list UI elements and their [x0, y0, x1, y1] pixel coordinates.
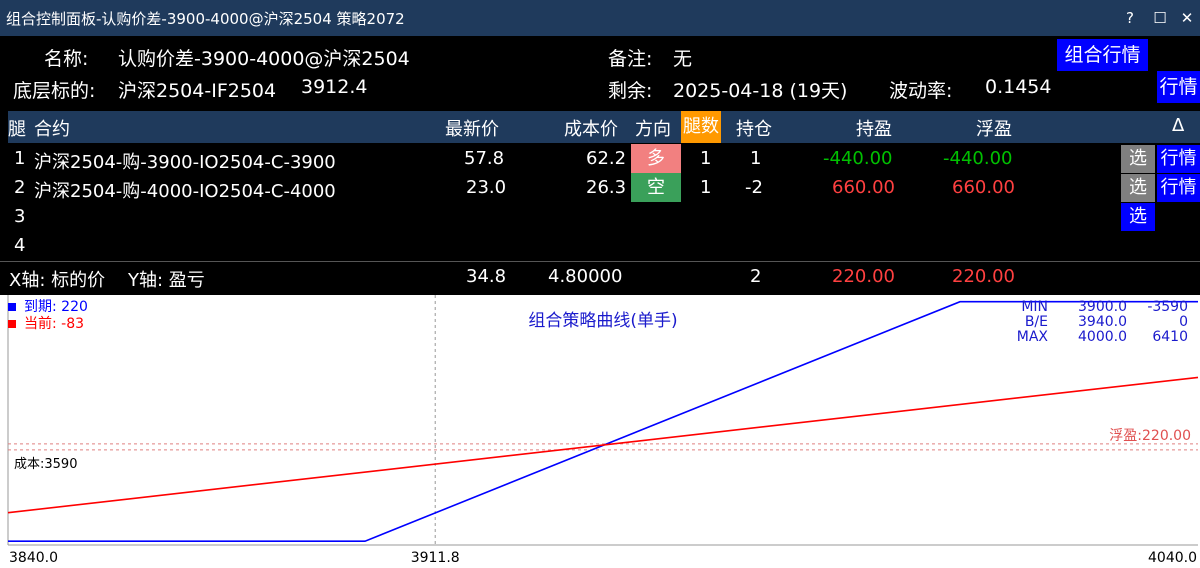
cell-pnl: -440.00 [823, 148, 893, 169]
remaining-value: 2025-04-18 (19天) [673, 80, 848, 102]
table-row: 4 [0, 231, 1200, 260]
stat-y-2: 6410 [1152, 329, 1188, 345]
header-float-pnl: 浮盈 [976, 119, 1012, 140]
summary-last: 34.8 [466, 266, 507, 287]
x-tick-label-2: 4040.0 [1148, 550, 1197, 566]
legend-label-0: 到期: 220 [24, 299, 88, 315]
volatility-label: 波动率: [889, 80, 953, 102]
summary-pnl: 220.00 [832, 266, 895, 287]
cell-cost: 62.2 [586, 148, 627, 169]
name-value: 认购价差-3900-4000@沪深2504 [118, 48, 410, 70]
summary-row: X轴: 标的价 Y轴: 盈亏 34.8 4.80000 2 220.00 220… [0, 261, 1200, 293]
legs-table-body: 1 沪深2504-购-3900-IO2504-C-3900 57.8 62.2 … [0, 143, 1200, 260]
cell-contract: 沪深2504-购-4000-IO2504-C-4000 [34, 181, 336, 202]
select-button[interactable]: 选 [1121, 145, 1155, 173]
cell-last: 57.8 [464, 148, 505, 169]
leg-quote-button[interactable]: 行情 [1157, 174, 1200, 202]
stat-x-1: 3940.0 [1078, 314, 1127, 330]
header-cost: 成本价 [564, 119, 618, 140]
header-delta: Δ [1172, 115, 1185, 136]
cell-float-pnl: -440.00 [943, 148, 1013, 169]
remark-label: 备注: [608, 48, 653, 70]
help-icon[interactable]: ? [1119, 7, 1141, 29]
header-direction: 方向 [635, 119, 671, 140]
chart-title: 组合策略曲线(单手) [528, 311, 677, 331]
legend-swatch-0 [8, 303, 16, 311]
stat-x-0: 3900.0 [1078, 299, 1127, 315]
cell-lots: 1 [700, 148, 712, 169]
cell-lots: 1 [700, 177, 712, 198]
x-tick-label-1: 3911.8 [411, 550, 460, 566]
table-row: 2 沪深2504-购-4000-IO2504-C-4000 23.0 26.3 … [0, 173, 1200, 202]
leg-quote-button[interactable]: 行情 [1157, 145, 1200, 173]
header-lots[interactable]: 腿数 [681, 111, 721, 143]
strategy-chart-svg: 浮盈:220.00 成本:3590 到期: 220当前: -83 组合策略曲线(单手)… [0, 295, 1200, 568]
remaining-label: 剩余: [608, 80, 653, 102]
name-label: 名称: [44, 48, 89, 70]
stat-x-2: 4000.0 [1078, 329, 1127, 345]
stat-y-1: 0 [1179, 314, 1188, 330]
legend-swatch-1 [8, 320, 16, 328]
legs-table-header: 腿 合约 最新价 成本价 方向 腿数 持仓 持盈 浮盈 Δ [8, 111, 1200, 143]
cell-pnl: 660.00 [832, 177, 895, 198]
cell-position: -2 [745, 177, 763, 198]
combo-quote-button[interactable]: 组合行情 [1057, 39, 1148, 71]
underlying-price: 3912.4 [301, 76, 368, 98]
legend-label-1: 当前: -83 [24, 315, 84, 332]
strategy-chart[interactable]: 浮盈:220.00 成本:3590 到期: 220 当前: -83 组合策略曲线(单手)… [0, 295, 1200, 568]
close-icon[interactable]: ✕ [1176, 7, 1198, 29]
info-panel: 名称: 认购价差-3900-4000@沪深2504 底层标的: 沪深2504-I… [0, 36, 1200, 110]
header-position: 持仓 [736, 119, 772, 140]
select-button[interactable]: 选 [1121, 174, 1155, 202]
cell-leg: 4 [14, 235, 26, 256]
cell-float-pnl: 660.00 [952, 177, 1015, 198]
window-titlebar: 组合控制面板-认购价差-3900-4000@沪深2504 策略2072 ? ☐ … [0, 0, 1200, 36]
select-button[interactable]: 选 [1121, 203, 1155, 231]
direction-short-badge: 空 [631, 173, 681, 202]
x-tick-label-0: 3840.0 [9, 550, 58, 566]
float-pnl-label: 浮盈:220.00 [1109, 428, 1191, 444]
cell-leg: 1 [14, 148, 26, 169]
cell-cost: 26.3 [586, 177, 627, 198]
summary-float-pnl: 220.00 [952, 266, 1015, 287]
direction-long-badge: 多 [631, 144, 681, 173]
stat-label-2: MAX [1017, 329, 1049, 345]
summary-cost: 4.80000 [548, 266, 623, 287]
header-contract: 合约 [34, 119, 70, 140]
cost-label: 成本:3590 [14, 457, 77, 472]
remark-value: 无 [673, 48, 693, 70]
cell-leg: 3 [14, 206, 26, 227]
stat-label-1: B/E [1025, 314, 1048, 330]
table-row: 1 沪深2504-购-3900-IO2504-C-3900 57.8 62.2 … [0, 144, 1200, 173]
table-row: 3 选 [0, 202, 1200, 231]
cell-leg: 2 [14, 177, 26, 198]
cell-position: 1 [750, 148, 762, 169]
underlying-label: 底层标的: [13, 80, 96, 102]
header-leg: 腿 [8, 119, 26, 140]
cell-contract: 沪深2504-购-3900-IO2504-C-3900 [34, 152, 336, 173]
maximize-icon[interactable]: ☐ [1149, 7, 1171, 29]
quote-button[interactable]: 行情 [1157, 71, 1200, 103]
volatility-value: 0.1454 [985, 76, 1052, 98]
summary-position: 2 [750, 266, 762, 287]
underlying-value: 沪深2504-IF2504 [118, 80, 277, 102]
stat-y-0: -3590 [1147, 299, 1188, 315]
header-last: 最新价 [445, 119, 499, 140]
cell-last: 23.0 [466, 177, 507, 198]
stat-label-0: MIN [1021, 299, 1048, 315]
axis-description: X轴: 标的价 Y轴: 盈亏 [9, 270, 205, 291]
window-title: 组合控制面板-认购价差-3900-4000@沪深2504 策略2072 [6, 10, 405, 28]
header-pnl: 持盈 [856, 119, 892, 140]
